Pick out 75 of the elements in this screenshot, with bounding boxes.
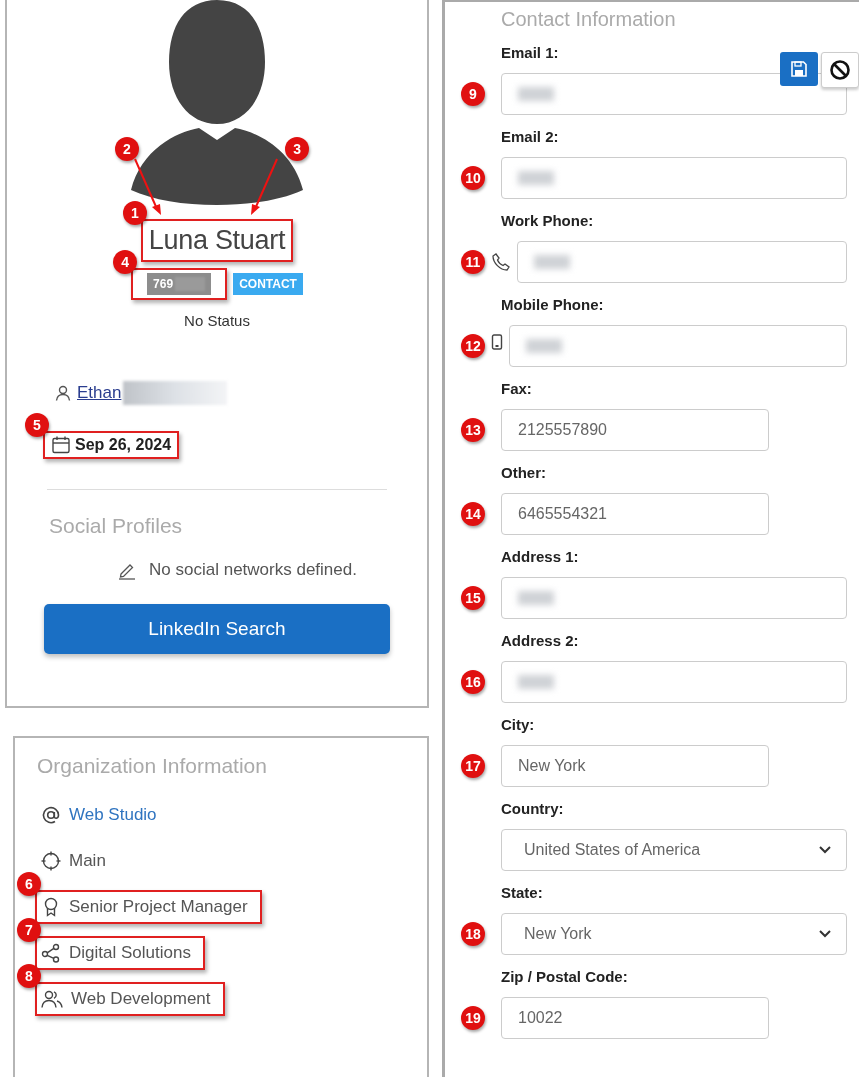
date-text: Sep 26, 2024	[75, 436, 172, 454]
callout-marker: 2	[114, 137, 139, 161]
callout-marker: 14	[461, 502, 485, 526]
callout-marker: 17	[461, 754, 485, 778]
section-title: Social Profiles	[49, 514, 183, 538]
field-label: Mobile Phone:	[501, 296, 605, 315]
callout-marker: 12	[461, 334, 485, 358]
arrow	[249, 157, 280, 217]
section-title: Organization Information	[37, 754, 267, 778]
at-sign-icon	[41, 804, 61, 825]
callout-marker: 16	[461, 670, 485, 694]
owner-link[interactable]: Ethan	[77, 383, 122, 403]
organization-detail: Main	[69, 850, 106, 871]
contact-name: Luna Stuart	[147, 224, 287, 257]
person-icon	[55, 385, 71, 401]
callout-marker: 7	[17, 917, 41, 942]
callout-marker: 13	[461, 418, 485, 442]
input-field[interactable]: 6465554321	[501, 493, 769, 535]
empty-message: No social networks defined.	[149, 560, 357, 580]
person-silhouette-icon	[131, 0, 303, 205]
callout-marker: 3	[285, 137, 310, 161]
input-field[interactable]: 2125557890	[501, 409, 769, 451]
arrow	[132, 157, 163, 217]
input-field[interactable]: 10022	[501, 997, 769, 1039]
field-label: Zip / Postal Code:	[501, 968, 629, 987]
cancel-button[interactable]	[821, 52, 859, 88]
callout-marker: 5	[25, 413, 49, 437]
prohibited-icon	[829, 59, 851, 81]
id-badge: 769	[147, 273, 212, 295]
field-label: Work Phone:	[501, 212, 595, 231]
organization-detail: Digital Solutions	[69, 942, 191, 963]
mobile-phone-icon	[491, 334, 503, 350]
linkedin-search-button[interactable]: LinkedIn Search	[44, 604, 390, 654]
callout-marker: 18	[461, 922, 485, 946]
users-icon	[41, 988, 63, 1009]
input-field[interactable]	[509, 325, 847, 367]
callout-marker: 19	[461, 1006, 485, 1030]
callout-marker: 6	[17, 871, 41, 896]
field-label: Email 1:	[501, 44, 560, 63]
field-label: City:	[501, 716, 536, 735]
save-button[interactable]	[780, 52, 818, 86]
crosshair-icon	[41, 850, 61, 871]
callout-marker: 1	[122, 201, 147, 225]
callout-marker: 4	[113, 250, 138, 274]
input-field[interactable]	[501, 157, 847, 199]
callout-marker: 10	[461, 166, 485, 190]
section-title: Contact Information	[501, 8, 677, 31]
dropdown-field[interactable]: New York	[501, 913, 847, 955]
chevron-down-icon	[818, 929, 832, 939]
input-field[interactable]	[501, 661, 847, 703]
callout-marker: 11	[461, 250, 485, 274]
callout-marker: 15	[461, 586, 485, 610]
field-label: Address 1:	[501, 548, 580, 567]
calendar-icon	[51, 435, 71, 455]
share-icon	[41, 942, 61, 963]
type-badge: CONTACT	[233, 273, 303, 295]
organization-detail: Web Development	[71, 988, 211, 1009]
field-label: Address 2:	[501, 632, 580, 651]
input-field[interactable]	[517, 241, 847, 283]
field-label: Country:	[501, 800, 565, 819]
chevron-down-icon	[818, 845, 832, 855]
callout-marker: 8	[17, 963, 41, 988]
field-label: Other:	[501, 464, 547, 483]
organization-detail: Senior Project Manager	[69, 896, 248, 917]
dropdown-field[interactable]: United States of America	[501, 829, 847, 871]
input-field[interactable]: New York	[501, 745, 769, 787]
phone-icon	[491, 252, 511, 272]
field-label: Fax:	[501, 380, 533, 399]
callout-marker: 9	[461, 82, 485, 106]
input-field[interactable]	[501, 73, 847, 115]
company-link[interactable]: Web Studio	[69, 804, 157, 825]
input-field[interactable]	[501, 577, 847, 619]
status-text: No Status	[184, 312, 250, 329]
field-label: Email 2:	[501, 128, 560, 147]
field-label: State:	[501, 884, 544, 903]
